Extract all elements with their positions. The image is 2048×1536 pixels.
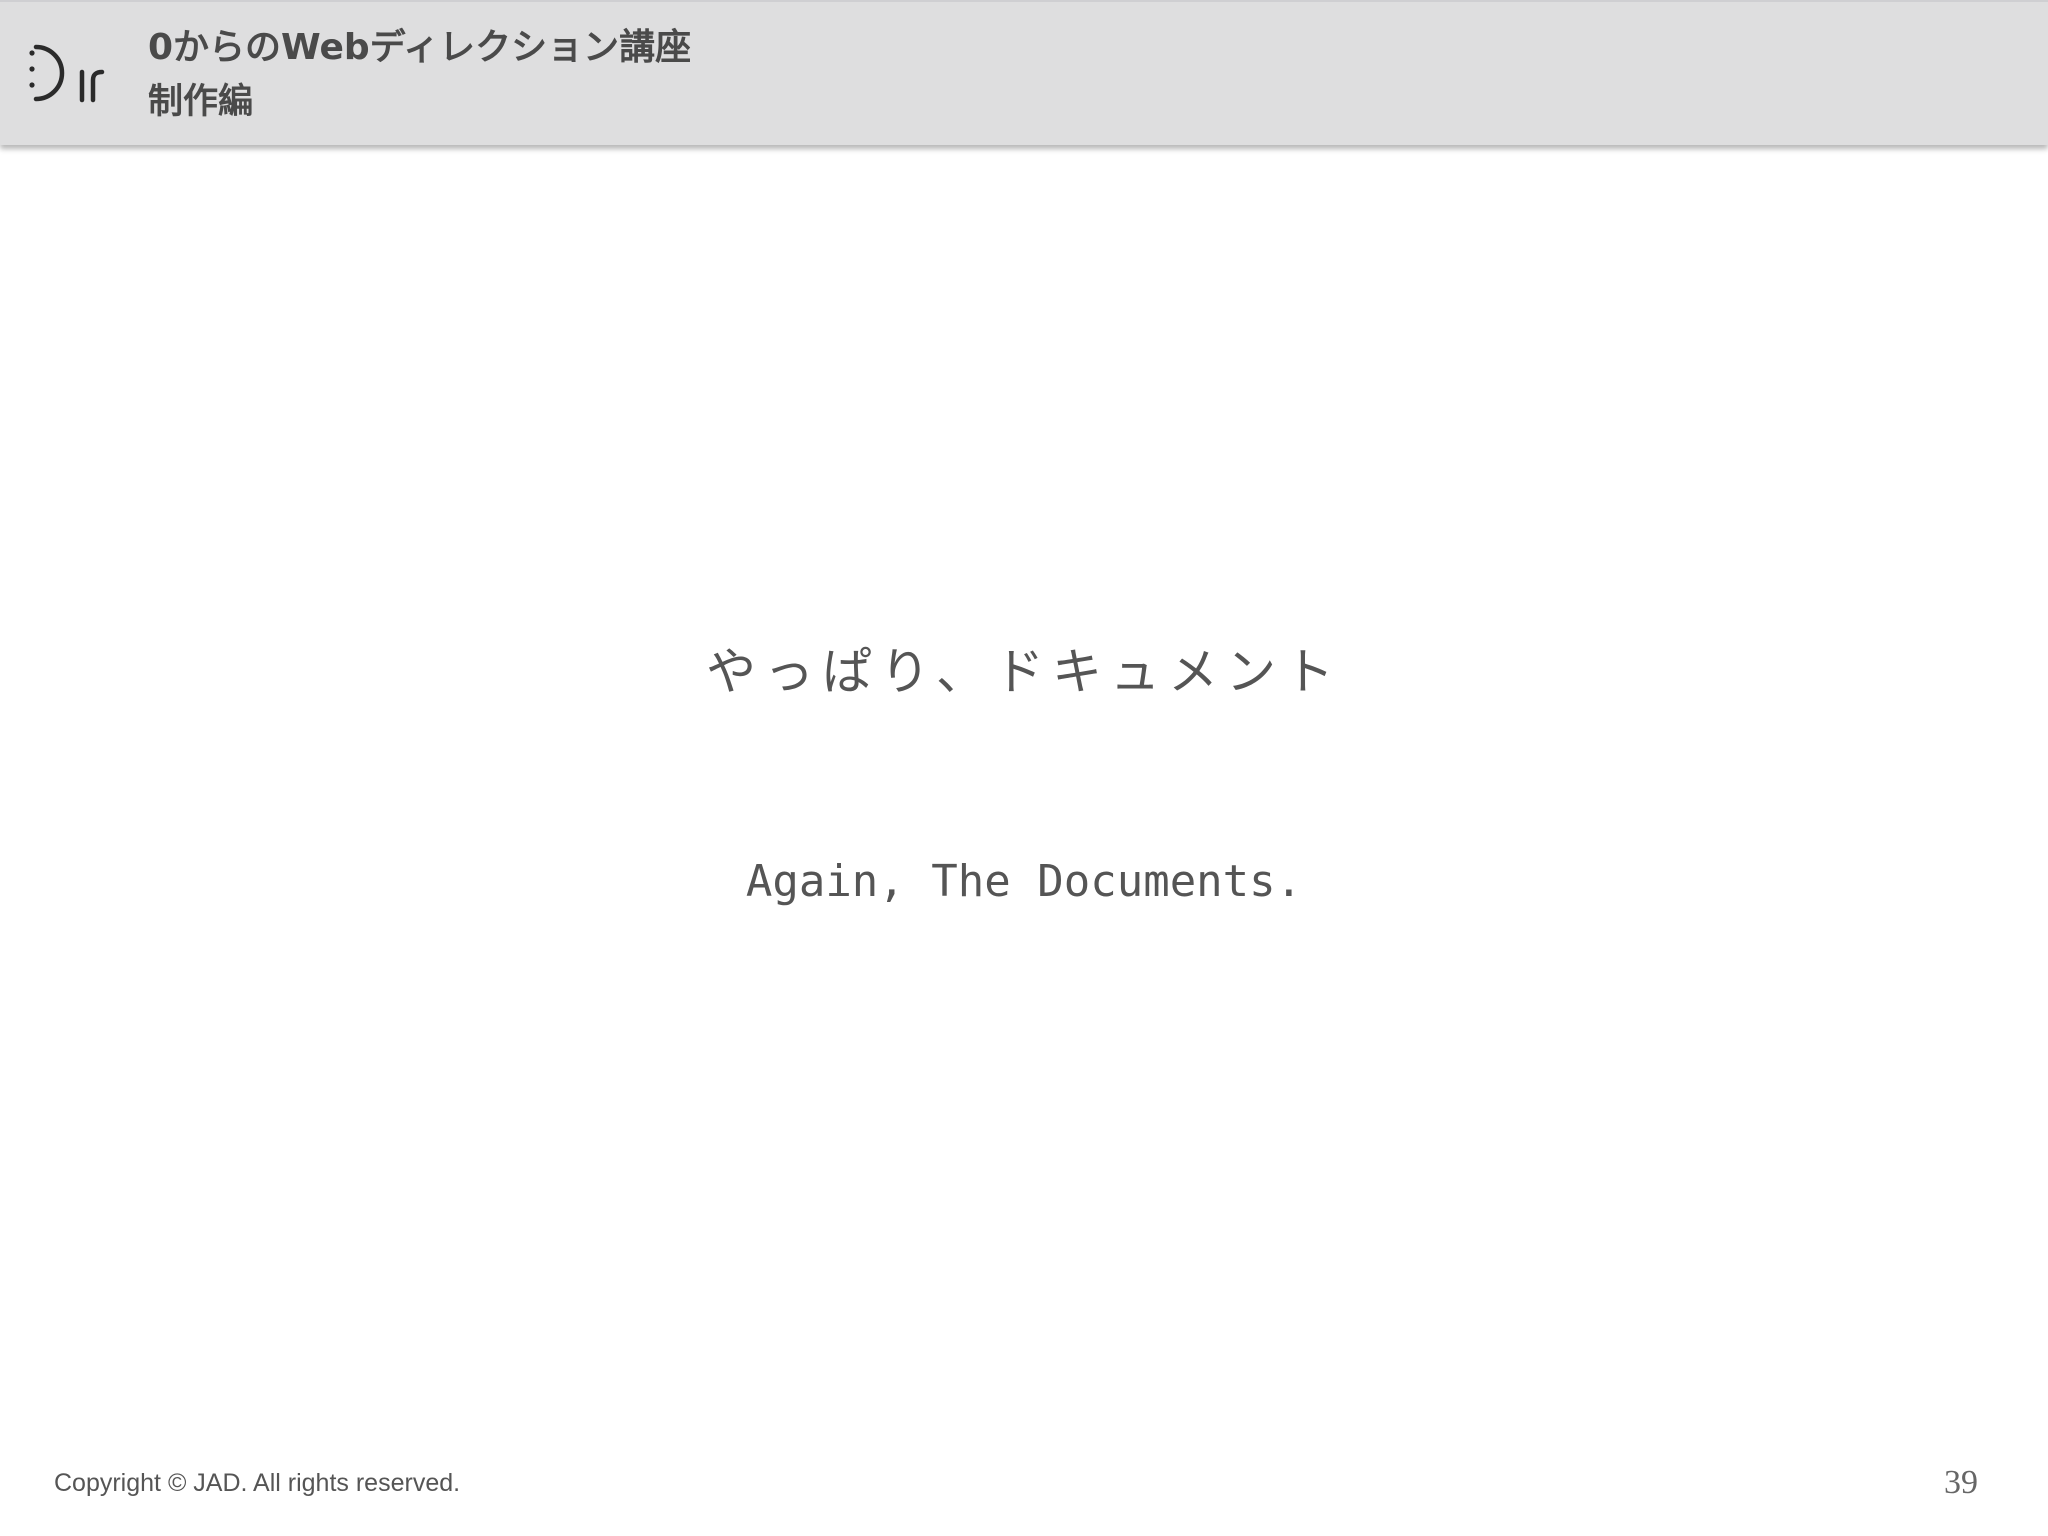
course-title: 0からのWebディレクション講座 — [148, 27, 692, 68]
page-number: 39 — [1944, 1464, 1978, 1501]
slide-heading-english: Again, The Documents. — [745, 856, 1303, 907]
slide-header: 0からのWebディレクション講座 制作編 — [0, 0, 2048, 145]
slide: 0からのWebディレクション講座 制作編 やっぱり、ドキュメント Again, … — [0, 0, 2048, 1536]
dir-logo-icon — [29, 44, 105, 103]
copyright-notice: Copyright © JAD. All rights reserved. — [54, 1469, 461, 1497]
course-subtitle: 制作編 — [148, 82, 254, 122]
slide-heading-japanese: やっぱり、ドキュメント — [706, 643, 1342, 701]
